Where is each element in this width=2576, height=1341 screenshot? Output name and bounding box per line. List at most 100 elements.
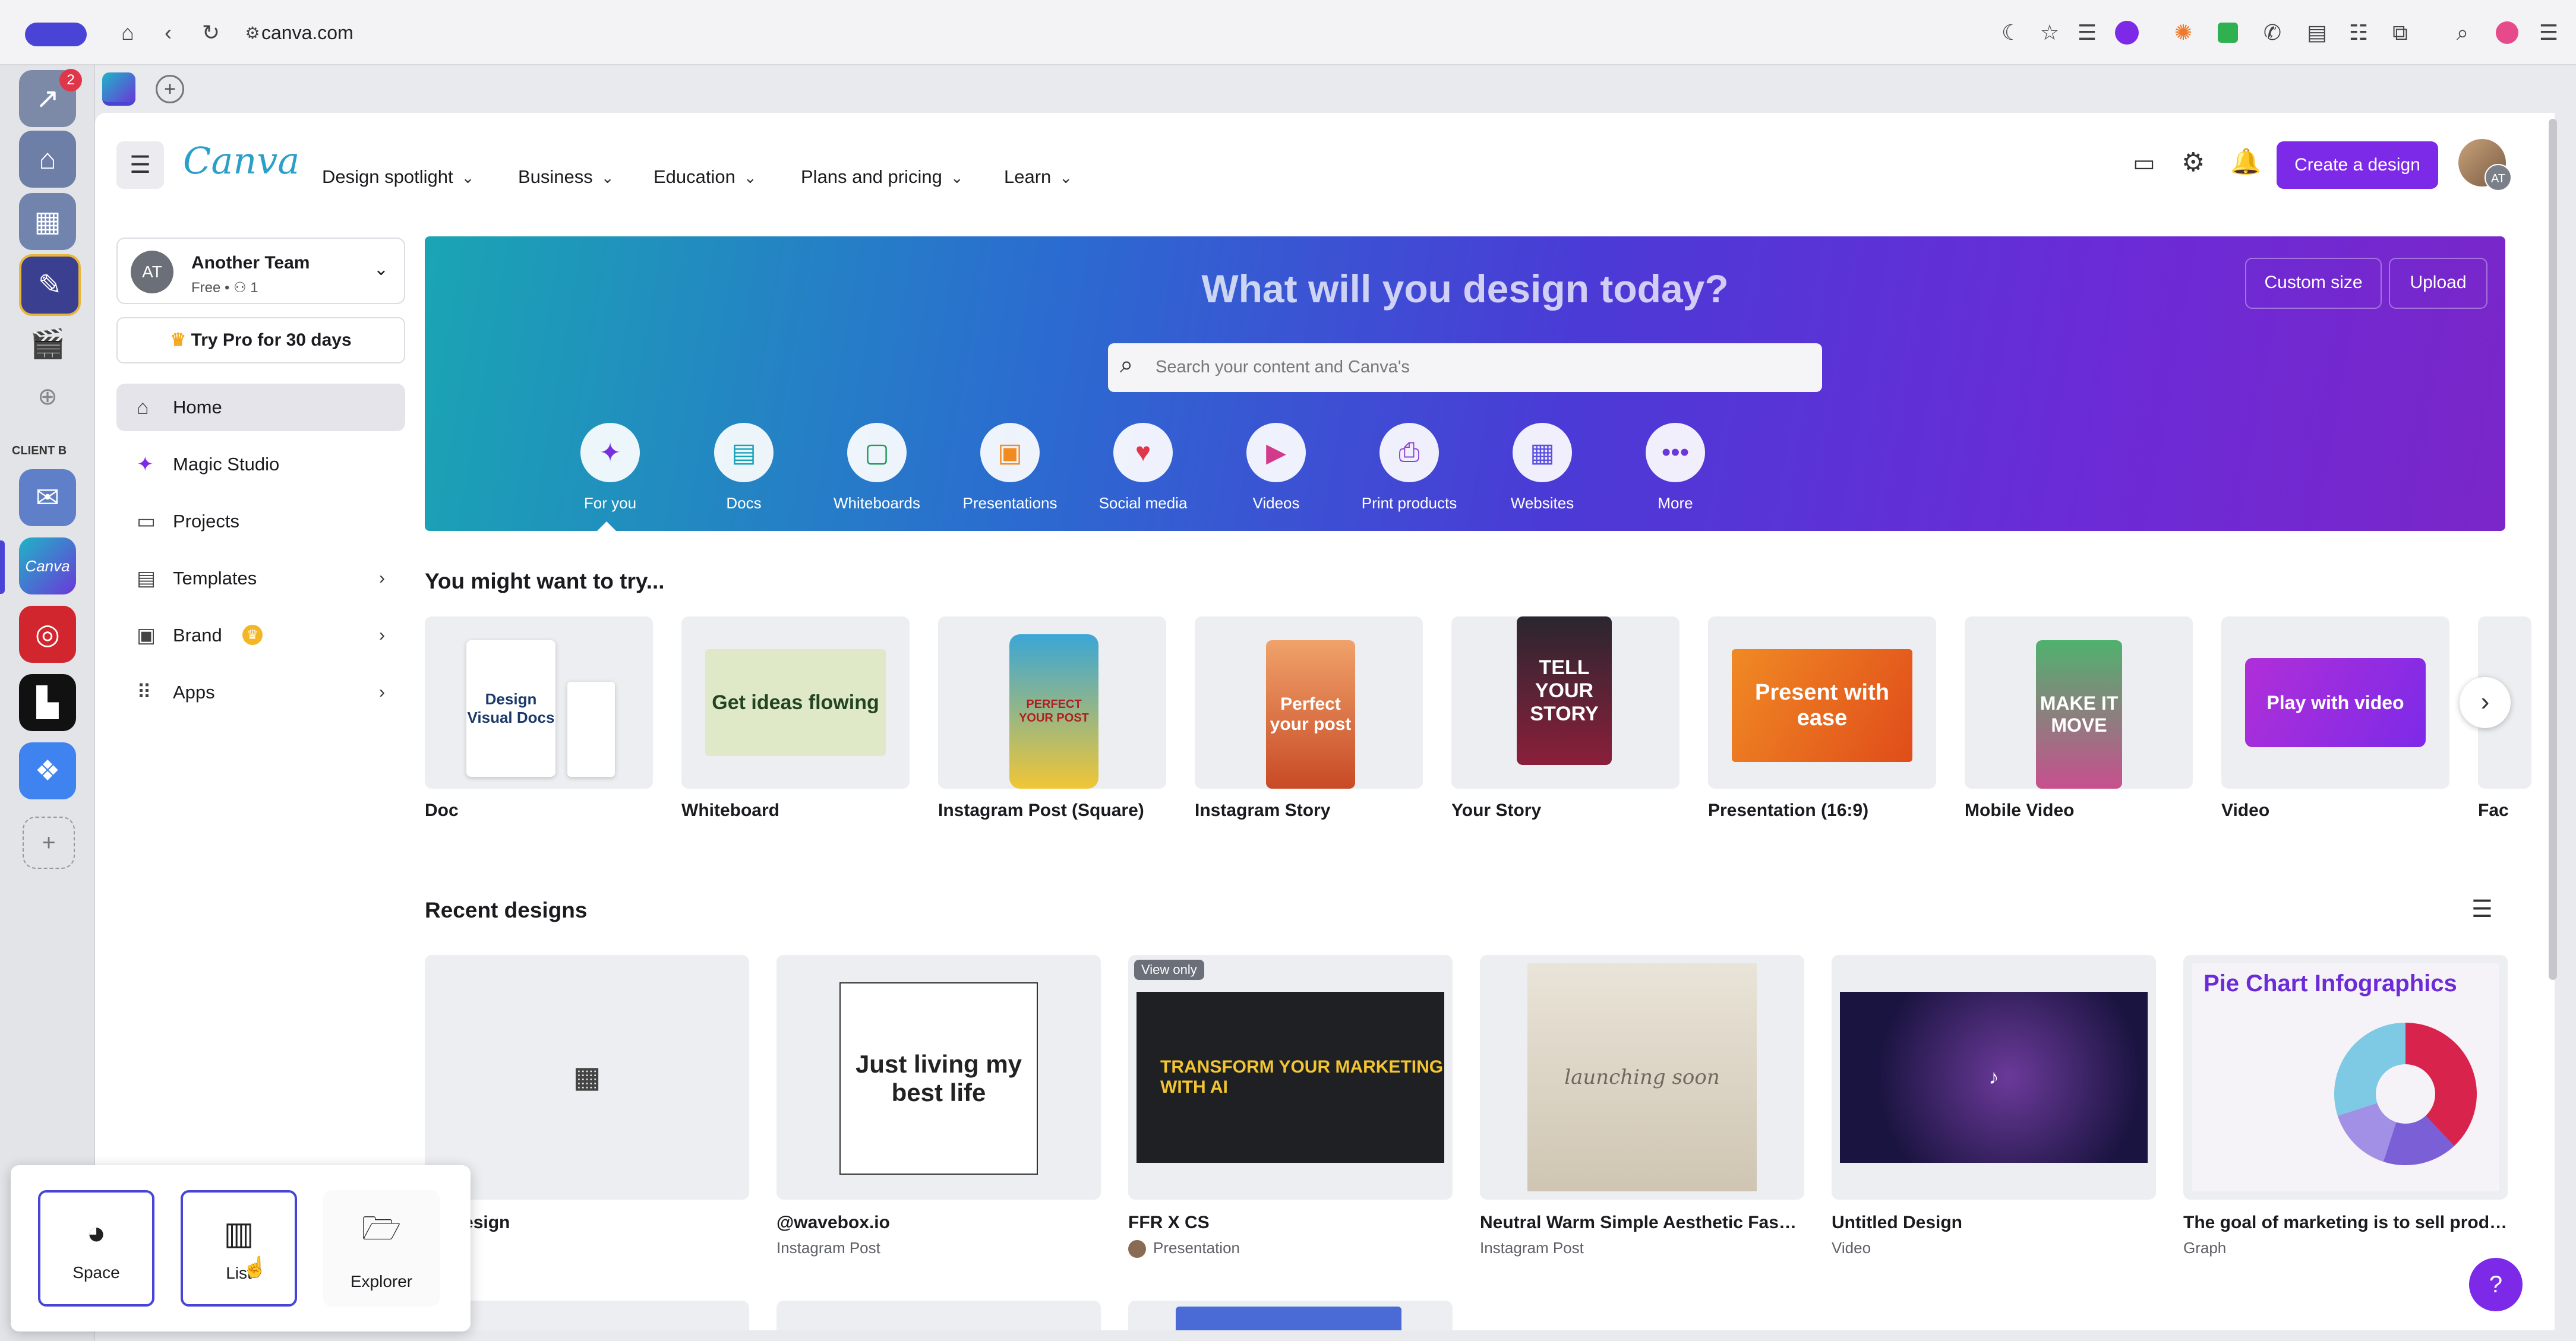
list-button[interactable]: ▥ List ☝ (181, 1190, 297, 1307)
nav-plans-pricing[interactable]: Plans and pricing ⌄ (801, 165, 964, 189)
main-menu-button[interactable]: ☰ (116, 141, 164, 189)
new-tab-icon[interactable]: + (156, 75, 184, 103)
home-icon[interactable]: ⌂ (113, 18, 143, 48)
explorer-button[interactable]: 🗁 Explorer (323, 1190, 440, 1307)
bookmark-star-icon[interactable]: ☆ (2035, 18, 2064, 48)
design-thumbnail: ♪ (1840, 992, 2148, 1163)
dropbox-app-icon[interactable]: ❖ (19, 742, 76, 799)
donut-hole (2376, 1064, 2435, 1124)
recent-design-card-partial[interactable] (1128, 1301, 1453, 1330)
sidebar-item-projects[interactable]: ▭ Projects (116, 498, 405, 545)
recent-design-card[interactable]: View only TRANSFORM YOUR MARKETING WITH … (1128, 955, 1453, 1258)
page-scrollbar[interactable] (2549, 119, 2557, 980)
nav-education[interactable]: Education ⌄ (654, 165, 757, 189)
design-placeholder-icon: ▦ (573, 1062, 601, 1093)
chevron-down-icon: ⌄ (950, 169, 964, 186)
recent-design-card[interactable]: Just living my best life @wavebox.io Ins… (776, 955, 1101, 1257)
category-websites[interactable]: ▦ Websites (1492, 423, 1593, 513)
canva-tab[interactable] (102, 72, 135, 106)
sidebar-toggle-button[interactable] (25, 23, 87, 46)
recent-design-card[interactable]: ♪ Untitled Design Video (1832, 955, 2156, 1257)
mail-app-icon[interactable]: ✉ (19, 469, 76, 526)
mouse-cursor-icon: ☝ (242, 1256, 268, 1279)
brush-app-icon[interactable]: ✎ (19, 254, 81, 316)
try-card-whiteboard[interactable]: Get ideas flowing Whiteboard (681, 616, 910, 821)
sidebar-item-templates[interactable]: ▤ Templates › (116, 555, 405, 602)
menu-icon[interactable]: ☰ (2534, 18, 2564, 48)
url-bar[interactable]: canva.com (261, 17, 353, 49)
selected-category-indicator (597, 521, 616, 531)
website-icon: ▦ (1513, 423, 1572, 482)
hubspot-extension-icon[interactable]: ✺ (2168, 18, 2198, 48)
sidebar-item-home[interactable]: ⌂ Home (116, 384, 405, 431)
browser-toolbar: ⌂ ‹ ↻ ⚙ canva.com ☾ ☆ ☰ ✺ ✆ ▤ ☷ ⧉ ⌕ ☰ (0, 0, 2576, 65)
try-card-instagram-story[interactable]: Perfect your post Instagram Story (1195, 616, 1423, 821)
sidebar-item-brand[interactable]: ▣ Brand ♛ › (116, 612, 405, 659)
phone-extension-icon[interactable]: ✆ (2258, 18, 2287, 48)
canva-logo[interactable]: Canva (183, 139, 299, 182)
home-app-icon[interactable]: ⌂ (19, 131, 76, 188)
category-more[interactable]: ••• More (1625, 423, 1726, 513)
create-design-button[interactable]: Create a design (2277, 141, 2438, 189)
extension-purple-icon[interactable] (2112, 18, 2142, 48)
try-card-doc[interactable]: Design Visual Docs Doc (425, 616, 653, 821)
clapper-app-icon[interactable]: 🎬 (19, 315, 76, 372)
recent-design-card[interactable]: launching soon Neutral Warm Simple Aesth… (1480, 955, 1804, 1257)
avatar-team-badge: AT (2485, 164, 2512, 191)
category-presentations[interactable]: ▣ Presentations (959, 423, 1060, 513)
nav-design-spotlight[interactable]: Design spotlight ⌄ (322, 165, 474, 189)
nav-business[interactable]: Business ⌄ (518, 165, 614, 189)
upload-button[interactable]: Upload (2389, 258, 2487, 309)
add-app-icon[interactable]: + (23, 817, 75, 869)
help-button[interactable]: ? (2469, 1258, 2523, 1311)
canva-app-icon[interactable]: Canva (19, 537, 76, 594)
custom-size-button[interactable]: Custom size (2245, 258, 2382, 309)
instagram-post-thumbnail: PERFECT YOUR POST (1009, 634, 1098, 789)
recent-design-card-partial[interactable] (425, 1301, 749, 1330)
theme-icon[interactable]: ☾ (1996, 18, 2026, 48)
more-icon: ••• (1646, 423, 1705, 482)
category-print-products[interactable]: ⎙ Print products (1359, 423, 1460, 513)
try-card-video[interactable]: Play with video Video (2221, 616, 2449, 821)
desktop-app-icon[interactable]: ▭ (2133, 150, 2155, 177)
try-pro-button[interactable]: ♛ Try Pro for 30 days (116, 317, 405, 363)
try-card-presentation[interactable]: Present with ease Presentation (16:9) (1708, 616, 1936, 821)
carousel-next-button[interactable]: › (2460, 677, 2511, 728)
list-view-icon[interactable]: ☰ (2471, 896, 2493, 923)
tab-stack-icon[interactable]: ☰ (2072, 18, 2102, 48)
add-space-icon[interactable]: ⊕ (19, 368, 76, 425)
extensions-puzzle-icon[interactable]: ⧉ (2385, 18, 2415, 48)
calendar-extension-icon[interactable]: ▤ (2302, 18, 2332, 48)
team-switcher[interactable]: AT Another Team Free • ⚇ 1 ⌄ (116, 238, 405, 304)
chevron-down-icon: ⌄ (743, 169, 757, 186)
storage-extension-icon[interactable]: ☷ (2344, 18, 2373, 48)
home-icon: ⌂ (137, 396, 149, 419)
space-button[interactable]: ◕ Space (38, 1190, 154, 1307)
notifications-bell-icon[interactable]: 🔔 (2230, 147, 2261, 176)
try-card-mobile-video[interactable]: MAKE IT MOVE Mobile Video (1965, 616, 2193, 821)
sidebar-item-apps[interactable]: ⠿ Apps › (116, 669, 405, 716)
nav-learn[interactable]: Learn ⌄ (1004, 165, 1072, 189)
green-extension-icon[interactable] (2213, 18, 2243, 48)
search-icon[interactable]: ⌕ (2448, 18, 2477, 48)
dark-app-icon[interactable]: ▙ (19, 674, 76, 731)
try-card-your-story[interactable]: TELL YOUR STORY Your Story (1451, 616, 1680, 821)
recent-design-card[interactable]: Pie Chart Infographics The goal of marke… (2183, 955, 2508, 1257)
category-docs[interactable]: ▤ Docs (693, 423, 794, 513)
category-whiteboards[interactable]: ▢ Whiteboards (826, 423, 927, 513)
recent-design-card[interactable]: ▦ ed Design (425, 955, 749, 1233)
category-videos[interactable]: ▶ Videos (1226, 423, 1327, 513)
layout-app-icon[interactable]: ▦ (19, 193, 76, 250)
creative-cloud-app-icon[interactable]: ◎ (19, 606, 76, 663)
profile-icon[interactable] (2492, 18, 2522, 48)
recent-design-card-partial[interactable] (776, 1301, 1101, 1330)
your-story-thumbnail: TELL YOUR STORY (1517, 616, 1612, 765)
category-for-you[interactable]: ✦ For you (560, 423, 661, 513)
back-icon[interactable]: ‹ (153, 18, 183, 48)
settings-gear-icon[interactable]: ⚙ (2182, 147, 2205, 178)
reload-icon[interactable]: ↻ (196, 18, 226, 48)
try-card-instagram-post[interactable]: PERFECT YOUR POST Instagram Post (Square… (938, 616, 1166, 821)
search-input[interactable]: ⌕ Search your content and Canva's (1108, 343, 1822, 392)
category-social-media[interactable]: ♥ Social media (1093, 423, 1194, 513)
sidebar-item-magic-studio[interactable]: ✦ Magic Studio (116, 441, 405, 488)
